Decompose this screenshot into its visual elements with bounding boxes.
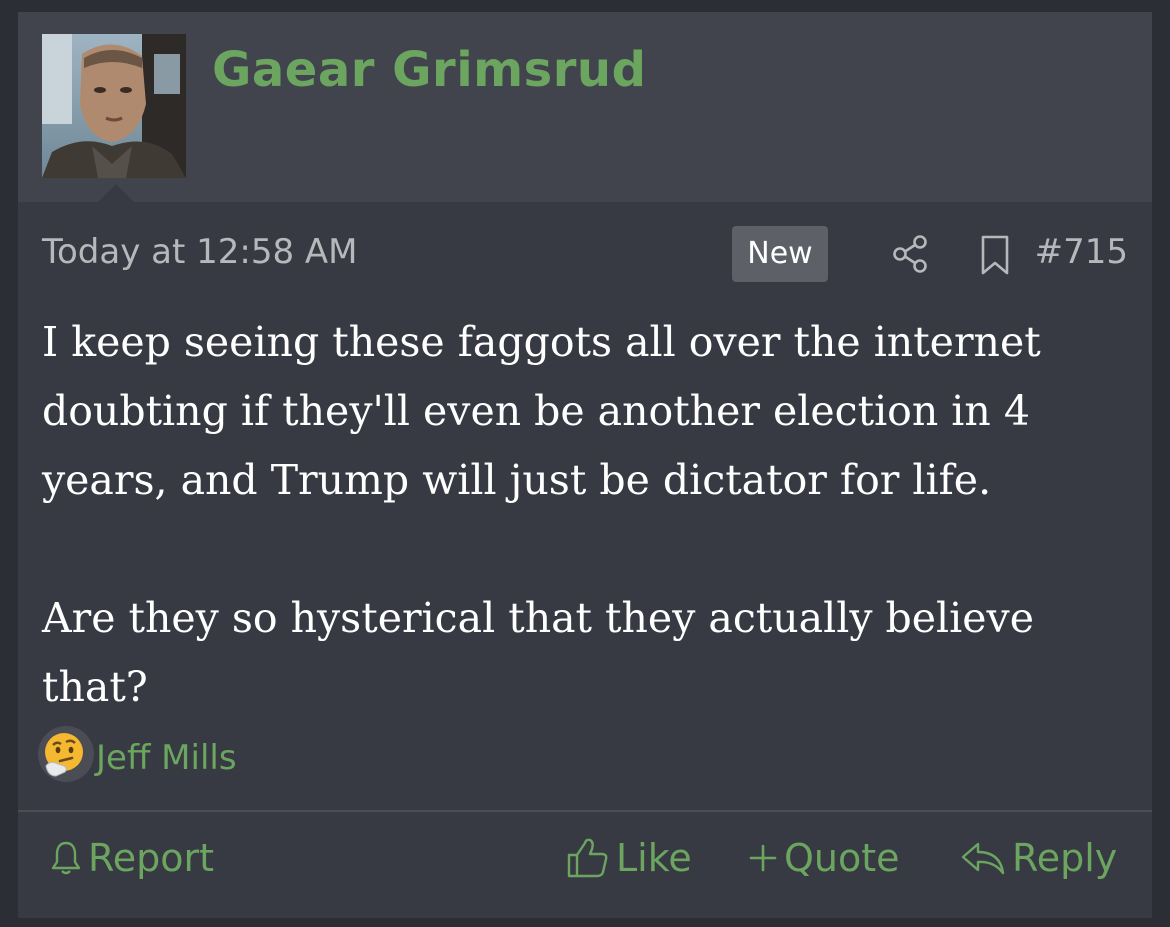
message-paragraph: I keep seeing these faggots all over the… [42, 318, 1041, 504]
avatar-photo [42, 34, 186, 178]
report-label: Report [88, 836, 214, 880]
post-attribution: Today at 12:58 AM New #715 [42, 226, 1128, 282]
message-paragraph: Are they so hysterical that they actuall… [42, 594, 1034, 711]
like-button[interactable]: Like [566, 828, 692, 888]
footer-divider [18, 810, 1152, 812]
report-button[interactable]: Report [50, 828, 214, 888]
post-date[interactable]: Today at 12:58 AM [42, 232, 358, 272]
bell-icon [51, 841, 81, 875]
post-message: I keep seeing these faggots all over the… [42, 308, 1132, 722]
like-label: Like [616, 836, 692, 880]
plus-icon [749, 844, 777, 872]
quote-button[interactable]: Quote [748, 828, 900, 888]
reactions-bar[interactable]: Jeff Mills [38, 726, 1128, 786]
author-name[interactable]: Gaear Grimsrud [212, 42, 646, 98]
post-actions: Report Like Quote Reply [42, 828, 1126, 888]
quote-label: Quote [784, 836, 900, 880]
reply-arrow-icon [961, 842, 1005, 875]
bookmark-icon[interactable] [975, 234, 1015, 276]
reaction-user-link[interactable]: Jeff Mills [96, 738, 237, 778]
user-block: Gaear Grimsrud [18, 12, 1152, 202]
post-number[interactable]: #715 [1035, 232, 1128, 272]
new-badge: New [732, 226, 828, 282]
share-icon[interactable] [890, 234, 930, 274]
thumbs-up-icon [567, 838, 608, 878]
user-block-caret [98, 184, 134, 202]
thinking-face-icon [38, 726, 94, 782]
reply-label: Reply [1012, 836, 1118, 880]
avatar[interactable] [42, 34, 186, 178]
forum-post: Gaear Grimsrud Today at 12:58 AM New #71… [18, 12, 1152, 918]
reply-button[interactable]: Reply [960, 828, 1117, 888]
